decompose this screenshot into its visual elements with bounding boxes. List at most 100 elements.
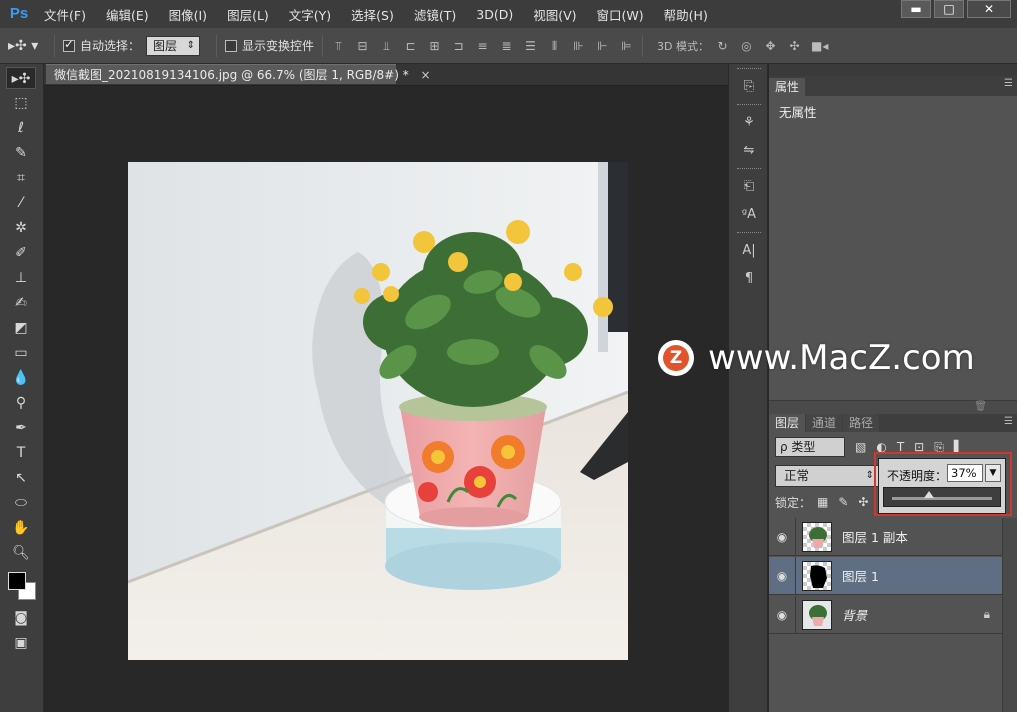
- tab-channels[interactable]: 通道: [806, 414, 843, 432]
- menu-select[interactable]: 选择(S): [351, 5, 394, 24]
- align-vcenter-icon[interactable]: ⊟: [355, 39, 370, 53]
- maximize-button[interactable]: □: [934, 0, 964, 18]
- close-document-icon[interactable]: ×: [421, 68, 431, 82]
- layer-thumbnail: [802, 599, 832, 630]
- lasso-tool-icon[interactable]: ℓ: [6, 117, 36, 139]
- 3d-roll-icon[interactable]: ◎: [739, 39, 754, 53]
- layer-filter-dropdown[interactable]: ρ 类型: [775, 437, 845, 457]
- crop-tool-icon[interactable]: ⌗: [6, 167, 36, 189]
- marquee-tool-icon[interactable]: ⬚: [6, 92, 36, 114]
- tab-paths[interactable]: 路径: [843, 414, 880, 432]
- blend-mode-dropdown[interactable]: 正常: [775, 465, 881, 487]
- menu-help[interactable]: 帮助(H): [664, 5, 708, 24]
- document-tab-title: 微信截图_20210819134106.jpg @ 66.7% (图层 1, R…: [54, 68, 409, 82]
- brush-tool-icon[interactable]: ✐: [6, 242, 36, 264]
- zoom-tool-icon[interactable]: 🔍︎: [6, 542, 36, 564]
- dodge-tool-icon[interactable]: ⚲: [6, 392, 36, 414]
- menu-window[interactable]: 窗口(W): [597, 5, 644, 24]
- quick-select-tool-icon[interactable]: ✎: [6, 142, 36, 164]
- quick-mask-icon[interactable]: ◙: [6, 607, 36, 629]
- layer-row-copy[interactable]: ◉ 图层 1 副本: [769, 517, 1002, 556]
- document-canvas[interactable]: [128, 162, 628, 660]
- layers-scrollbar[interactable]: [1002, 518, 1017, 712]
- menu-filter[interactable]: 滤镜(T): [414, 5, 456, 24]
- pen-tool-icon[interactable]: ✒: [6, 417, 36, 439]
- tab-properties[interactable]: 属性: [769, 78, 806, 96]
- 3d-rotate-icon[interactable]: ↻: [715, 39, 730, 53]
- align-left-icon[interactable]: ⊏: [403, 39, 418, 53]
- layer-thumbnail: [802, 560, 832, 591]
- layer-row-background[interactable]: ◉ 背景 🔒︎: [769, 595, 1002, 634]
- menu-view[interactable]: 视图(V): [533, 5, 576, 24]
- 3d-scale-icon[interactable]: ■◂: [811, 39, 828, 53]
- panel-menu-icon[interactable]: ☰: [1004, 78, 1013, 89]
- distribute-top-icon[interactable]: ≡: [475, 39, 490, 53]
- path-select-tool-icon[interactable]: ↖: [6, 467, 36, 489]
- menu-3d[interactable]: 3D(D): [476, 7, 513, 22]
- layer-thumbnail: [802, 521, 832, 552]
- divider: [737, 104, 761, 106]
- move-tool-icon[interactable]: ▸✣: [6, 67, 36, 89]
- close-window-button[interactable]: ✕: [967, 0, 1011, 18]
- filter-pixel-icon[interactable]: ▧: [855, 440, 866, 455]
- distribute-left-icon[interactable]: ⫴: [547, 39, 562, 53]
- menu-file[interactable]: 文件(F): [44, 5, 86, 24]
- lock-pixels-icon[interactable]: ✎: [838, 495, 848, 509]
- history-brush-tool-icon[interactable]: ✍: [6, 292, 36, 314]
- adjustments-icon[interactable]: ⇋: [735, 140, 763, 162]
- shape-tool-icon[interactable]: ⬭: [6, 492, 36, 514]
- eraser-tool-icon[interactable]: ◩: [6, 317, 36, 339]
- distribute-bottom-icon[interactable]: ☰: [523, 39, 538, 53]
- eye-icon[interactable]: ◉: [769, 608, 795, 622]
- distribute-vcenter-icon[interactable]: ≣: [499, 39, 514, 53]
- clone-source-icon[interactable]: ⎗: [735, 176, 763, 198]
- gradient-tool-icon[interactable]: ▭: [6, 342, 36, 364]
- lock-position-icon[interactable]: ✣: [858, 495, 868, 509]
- divider: [737, 168, 761, 170]
- paragraph-panel-icon[interactable]: ¶: [735, 268, 763, 290]
- auto-select-target-dropdown[interactable]: 图层: [146, 35, 201, 56]
- color-swatches[interactable]: [4, 568, 40, 604]
- align-right-icon[interactable]: ⊐: [451, 39, 466, 53]
- character-styles-icon[interactable]: ᵍA: [735, 204, 763, 226]
- distribute-right-icon[interactable]: ⊩: [595, 39, 610, 53]
- type-tool-icon[interactable]: T: [6, 442, 36, 464]
- healing-brush-tool-icon[interactable]: ✲: [6, 217, 36, 239]
- tab-layers[interactable]: 图层: [769, 414, 806, 432]
- menu-edit[interactable]: 编辑(E): [106, 5, 149, 24]
- foreground-color-swatch[interactable]: [8, 572, 26, 590]
- 3d-slide-icon[interactable]: ✣: [787, 39, 802, 53]
- menu-layer[interactable]: 图层(L): [227, 5, 269, 24]
- distribute-hcenter-icon[interactable]: ⊪: [571, 39, 586, 53]
- align-top-icon[interactable]: ⫪: [331, 39, 346, 53]
- trash-icon[interactable]: 🗑︎: [974, 401, 987, 412]
- screen-mode-icon[interactable]: ▣: [6, 632, 36, 654]
- layer-row-selected[interactable]: ◉ 图层 1: [769, 556, 1002, 595]
- align-bottom-icon[interactable]: ⫫: [379, 39, 394, 53]
- character-panel-icon[interactable]: A|: [735, 240, 763, 262]
- eye-icon[interactable]: ◉: [769, 530, 795, 544]
- menu-image[interactable]: 图像(I): [169, 5, 207, 24]
- lock-icons: ▦ ✎ ✣: [817, 495, 868, 509]
- eyedropper-tool-icon[interactable]: ⁄: [6, 192, 36, 214]
- hand-tool-icon[interactable]: ✋: [6, 517, 36, 539]
- 3d-pan-icon[interactable]: ✥: [763, 39, 778, 53]
- minimize-button[interactable]: ▬: [901, 0, 931, 18]
- move-tool-preset-icon[interactable]: ▸✣ ▾: [8, 34, 46, 58]
- blur-tool-icon[interactable]: 💧: [6, 367, 36, 389]
- align-hcenter-icon[interactable]: ⊞: [427, 39, 442, 53]
- window-controls: ▬ □ ✕: [898, 0, 1011, 18]
- 3d-mode-icons: ↻ ◎ ✥ ✣ ■◂: [715, 39, 828, 53]
- auto-select-checkbox[interactable]: [63, 37, 75, 52]
- show-transform-checkbox[interactable]: [225, 39, 238, 52]
- menu-type[interactable]: 文字(Y): [289, 5, 331, 24]
- stamp-tool-icon[interactable]: ⊥: [6, 267, 36, 289]
- divider: [737, 232, 761, 234]
- history-panel-icon[interactable]: ⎘: [735, 76, 763, 98]
- brush-presets-icon[interactable]: ⚘: [735, 112, 763, 134]
- document-tab[interactable]: 微信截图_20210819134106.jpg @ 66.7% (图层 1, R…: [46, 64, 431, 84]
- lock-transparency-icon[interactable]: ▦: [817, 495, 828, 509]
- eye-icon[interactable]: ◉: [769, 569, 795, 583]
- layers-panel-menu-icon[interactable]: ☰: [1004, 416, 1013, 427]
- auto-align-icon[interactable]: ⊫: [619, 39, 634, 53]
